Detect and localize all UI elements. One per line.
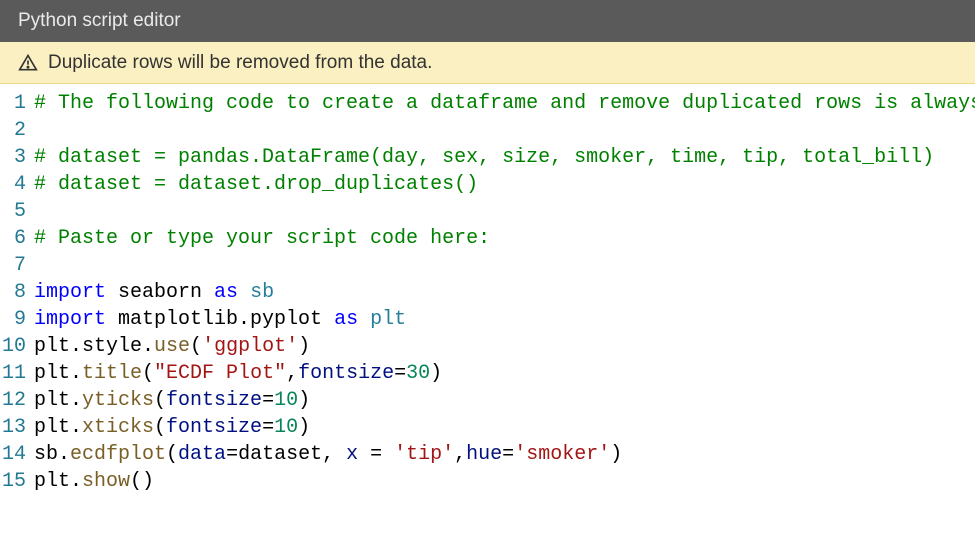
code-token: sb. <box>34 443 70 466</box>
code-line[interactable] <box>34 117 975 144</box>
code-token: ( <box>166 443 178 466</box>
code-token: =dataset, <box>226 443 346 466</box>
code-line[interactable]: plt.style.use('ggplot') <box>34 333 975 360</box>
code-token: , <box>454 443 466 466</box>
line-number: 8 <box>0 279 26 306</box>
code-token: plt. <box>34 389 82 412</box>
code-token: 'tip' <box>394 443 454 466</box>
code-token: title <box>82 362 142 385</box>
line-number-gutter: 123456789101112131415 <box>0 90 34 495</box>
line-number: 9 <box>0 306 26 333</box>
code-line[interactable]: # dataset = pandas.DataFrame(day, sex, s… <box>34 144 975 171</box>
code-line[interactable]: # dataset = dataset.drop_duplicates() <box>34 171 975 198</box>
code-token: ) <box>298 389 310 412</box>
code-area[interactable]: # The following code to create a datafra… <box>34 90 975 495</box>
code-token: use <box>154 335 190 358</box>
line-number: 14 <box>0 441 26 468</box>
line-number: 11 <box>0 360 26 387</box>
code-token: = <box>262 389 274 412</box>
code-token: sb <box>238 281 274 304</box>
code-token: matplotlib.pyplot <box>106 308 334 331</box>
code-token: plt.style. <box>34 335 154 358</box>
code-token: ecdfplot <box>70 443 166 466</box>
code-token: 10 <box>274 389 298 412</box>
line-number: 5 <box>0 198 26 225</box>
code-token: plt. <box>34 470 82 493</box>
code-token: import <box>34 281 106 304</box>
code-token: ( <box>154 389 166 412</box>
code-token: plt <box>358 308 406 331</box>
code-line[interactable]: import matplotlib.pyplot as plt <box>34 306 975 333</box>
code-token: # Paste or type your script code here: <box>34 227 490 250</box>
code-token: 10 <box>274 416 298 439</box>
code-token: () <box>130 470 154 493</box>
code-token: import <box>34 308 106 331</box>
code-line[interactable]: plt.show() <box>34 468 975 495</box>
titlebar: Python script editor <box>0 0 975 42</box>
line-number: 7 <box>0 252 26 279</box>
warning-icon <box>18 53 38 73</box>
code-token: = <box>262 416 274 439</box>
code-token: 'smoker' <box>514 443 610 466</box>
code-token: ) <box>298 416 310 439</box>
code-token: plt. <box>34 416 82 439</box>
code-token: # dataset = pandas.DataFrame(day, sex, s… <box>34 146 934 169</box>
code-token: hue <box>466 443 502 466</box>
line-number: 13 <box>0 414 26 441</box>
code-line[interactable] <box>34 198 975 225</box>
code-editor[interactable]: 123456789101112131415 # The following co… <box>0 84 975 495</box>
code-line[interactable]: plt.xticks(fontsize=10) <box>34 414 975 441</box>
code-line[interactable]: import seaborn as sb <box>34 279 975 306</box>
code-token: # dataset = dataset.drop_duplicates() <box>34 173 478 196</box>
line-number: 2 <box>0 117 26 144</box>
code-token: as <box>334 308 358 331</box>
code-token: "ECDF Plot" <box>154 362 286 385</box>
code-token: fontsize <box>166 416 262 439</box>
titlebar-text: Python script editor <box>18 10 181 32</box>
line-number: 12 <box>0 387 26 414</box>
code-token: show <box>82 470 130 493</box>
line-number: 15 <box>0 468 26 495</box>
line-number: 1 <box>0 90 26 117</box>
code-line[interactable] <box>34 252 975 279</box>
line-number: 3 <box>0 144 26 171</box>
code-token: 'ggplot' <box>202 335 298 358</box>
code-token: yticks <box>82 389 154 412</box>
code-token: 30 <box>406 362 430 385</box>
code-token: , <box>286 362 298 385</box>
code-line[interactable]: # Paste or type your script code here: <box>34 225 975 252</box>
code-token: # The following code to create a datafra… <box>34 92 975 115</box>
code-token: = <box>502 443 514 466</box>
code-token: ( <box>190 335 202 358</box>
code-token: ) <box>610 443 622 466</box>
code-token: = <box>394 362 406 385</box>
code-token: data <box>178 443 226 466</box>
code-token: plt. <box>34 362 82 385</box>
code-line[interactable]: sb.ecdfplot(data=dataset, x = 'tip',hue=… <box>34 441 975 468</box>
code-token: ) <box>430 362 442 385</box>
code-line[interactable]: plt.yticks(fontsize=10) <box>34 387 975 414</box>
code-token: ) <box>298 335 310 358</box>
line-number: 10 <box>0 333 26 360</box>
warning-bar: Duplicate rows will be removed from the … <box>0 42 975 84</box>
code-token: = <box>358 443 394 466</box>
code-token: ( <box>154 416 166 439</box>
code-token: seaborn <box>106 281 214 304</box>
code-token: ( <box>142 362 154 385</box>
code-line[interactable]: # The following code to create a datafra… <box>34 90 975 117</box>
line-number: 4 <box>0 171 26 198</box>
code-token: xticks <box>82 416 154 439</box>
code-token: fontsize <box>166 389 262 412</box>
code-token: x <box>346 443 358 466</box>
line-number: 6 <box>0 225 26 252</box>
code-token: as <box>214 281 238 304</box>
code-token: fontsize <box>298 362 394 385</box>
warning-text: Duplicate rows will be removed from the … <box>48 52 432 74</box>
code-line[interactable]: plt.title("ECDF Plot",fontsize=30) <box>34 360 975 387</box>
